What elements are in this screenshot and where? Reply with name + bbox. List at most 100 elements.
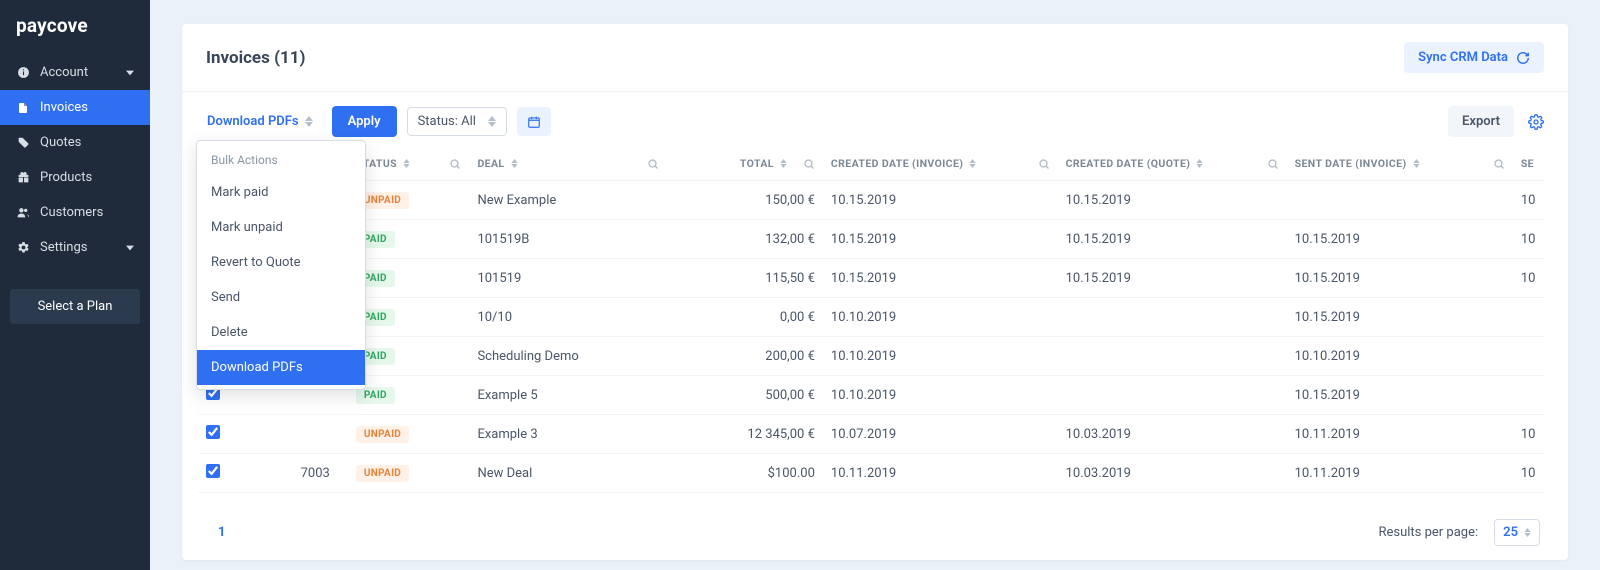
brand-logo: paycove [0, 0, 150, 49]
menu-item-delete[interactable]: Delete [197, 315, 365, 350]
cell-created-invoice: 10.15.2019 [823, 220, 1058, 259]
cell-total: $100.00 [667, 454, 823, 493]
cell-status: PAID [348, 376, 470, 415]
table-row: UNPAIDNew Example150,00 €10.15.201910.15… [198, 181, 1544, 220]
menu-item-revert-to-quote[interactable]: Revert to Quote [197, 245, 365, 280]
cell-deal: 101519B [469, 220, 667, 259]
table-footer: 1 Results per page: 25 [182, 495, 1568, 560]
sidebar-item-label: Quotes [40, 135, 81, 150]
sidebar-item-label: Settings [40, 240, 87, 255]
cell-sent-extra: 10 [1513, 220, 1544, 259]
status-filter-label: Status: All [418, 114, 476, 129]
chevron-down-icon [126, 240, 134, 255]
calendar-icon [527, 114, 541, 129]
cell-sent-extra [1513, 298, 1544, 337]
rpp-select[interactable]: 25 [1494, 519, 1540, 546]
cell-sent-extra: 10 [1513, 454, 1544, 493]
bulk-actions-menu: Bulk ActionsMark paidMark unpaidRevert t… [196, 140, 366, 390]
sort-icon [1524, 528, 1531, 537]
cell-status: UNPAID [348, 454, 470, 493]
sync-crm-button[interactable]: Sync CRM Data [1404, 42, 1544, 73]
cell-deal: New Deal [469, 454, 667, 493]
sidebar-item-invoices[interactable]: Invoices [0, 90, 150, 125]
cell-created-quote [1058, 376, 1287, 415]
invoices-panel: Invoices (11) Sync CRM Data Download PDF… [182, 24, 1568, 560]
sidebar-item-settings[interactable]: Settings [0, 230, 150, 265]
download-pdfs-label: Download PDFs [207, 114, 299, 129]
menu-item-mark-paid[interactable]: Mark paid [197, 175, 365, 210]
status-badge: UNPAID [356, 465, 409, 482]
cell-deal: 10/10 [469, 298, 667, 337]
cell-sent-invoice: 10.15.2019 [1287, 376, 1513, 415]
col-created-invoice[interactable]: CREATED DATE (INVOICE) [823, 147, 1058, 181]
cell-created-quote [1058, 298, 1287, 337]
cell-sent-invoice: 10.10.2019 [1287, 337, 1513, 376]
sidebar-item-account[interactable]: Account [0, 55, 150, 90]
cell-total: 115,50 € [667, 259, 823, 298]
table-row: PAID101519115,50 €10.15.201910.15.201910… [198, 259, 1544, 298]
cell-total: 500,00 € [667, 376, 823, 415]
date-filter-button[interactable] [517, 107, 551, 136]
cell-total: 12 345,00 € [667, 415, 823, 454]
sidebar-item-label: Customers [40, 205, 103, 220]
cell-sent-invoice: 10.15.2019 [1287, 298, 1513, 337]
menu-item-download-pdfs[interactable]: Download PDFs [197, 350, 365, 385]
table-row: 7003UNPAIDNew Deal$100.0010.11.201910.03… [198, 454, 1544, 493]
sidebar-item-quotes[interactable]: Quotes [0, 125, 150, 160]
table-wrap: STATUS DEAL TOTAL CREATED DATE (INVOICE)… [182, 147, 1568, 495]
cell-created-invoice: 10.10.2019 [823, 337, 1058, 376]
gear-icon [16, 241, 30, 255]
cell-sent-extra: 10 [1513, 259, 1544, 298]
col-total[interactable]: TOTAL [667, 147, 823, 181]
row-checkbox[interactable] [206, 464, 220, 478]
cell-created-invoice: 10.10.2019 [823, 298, 1058, 337]
sidebar-item-customers[interactable]: Customers [0, 195, 150, 230]
cell-created-quote [1058, 337, 1287, 376]
cell-status: UNPAID [348, 415, 470, 454]
panel-header: Invoices (11) Sync CRM Data [182, 24, 1568, 92]
page-number[interactable]: 1 [210, 525, 225, 540]
cell-deal: Example 5 [469, 376, 667, 415]
menu-item-send[interactable]: Send [197, 280, 365, 315]
download-pdfs-dropdown[interactable]: Download PDFs [198, 107, 322, 136]
cell-total: 132,00 € [667, 220, 823, 259]
cell-total: 150,00 € [667, 181, 823, 220]
row-checkbox[interactable] [206, 425, 220, 439]
cell-status: PAID [348, 259, 470, 298]
invoices-table: STATUS DEAL TOTAL CREATED DATE (INVOICE)… [198, 147, 1544, 495]
cell-total: 0,00 € [667, 298, 823, 337]
cell-created-invoice: 10.10.2019 [823, 376, 1058, 415]
cell-sent-invoice: 10.11.2019 [1287, 415, 1513, 454]
status-filter[interactable]: Status: All [407, 107, 507, 136]
cell-created-invoice: 10.11.2019 [823, 454, 1058, 493]
col-status[interactable]: STATUS [348, 147, 470, 181]
cell-created-invoice: 10.15.2019 [823, 259, 1058, 298]
col-sent-invoice[interactable]: SENT DATE (INVOICE) [1287, 147, 1513, 181]
sidebar-item-products[interactable]: Products [0, 160, 150, 195]
sort-icon [305, 116, 313, 127]
rpp-label: Results per page: [1378, 525, 1478, 540]
file-icon [16, 101, 30, 115]
cell-total: 200,00 € [667, 337, 823, 376]
settings-icon[interactable] [1528, 114, 1544, 130]
col-deal[interactable]: DEAL [469, 147, 667, 181]
users-icon [16, 206, 30, 220]
cell-created-quote: 10.03.2019 [1058, 415, 1287, 454]
cell-sent-invoice: 10.15.2019 [1287, 220, 1513, 259]
cell-deal: 101519 [469, 259, 667, 298]
cell-created-quote: 10.03.2019 [1058, 454, 1287, 493]
cell-status: PAID [348, 220, 470, 259]
select-plan-button[interactable]: Select a Plan [10, 289, 140, 324]
table-row: PAIDScheduling Demo200,00 €10.10.201910.… [198, 337, 1544, 376]
menu-item-mark-unpaid[interactable]: Mark unpaid [197, 210, 365, 245]
export-button[interactable]: Export [1448, 106, 1514, 137]
page-title: Invoices (11) [206, 48, 306, 68]
refresh-icon [1516, 50, 1530, 65]
col-sent-extra[interactable]: SE [1513, 147, 1544, 181]
apply-button[interactable]: Apply [332, 106, 397, 137]
col-created-quote[interactable]: CREATED DATE (QUOTE) [1058, 147, 1287, 181]
main: Invoices (11) Sync CRM Data Download PDF… [150, 0, 1600, 570]
cell-created-invoice: 10.15.2019 [823, 181, 1058, 220]
sidebar-nav: AccountInvoices Quotes Products Customers Se… [0, 55, 150, 265]
cell-sent-invoice [1287, 181, 1513, 220]
